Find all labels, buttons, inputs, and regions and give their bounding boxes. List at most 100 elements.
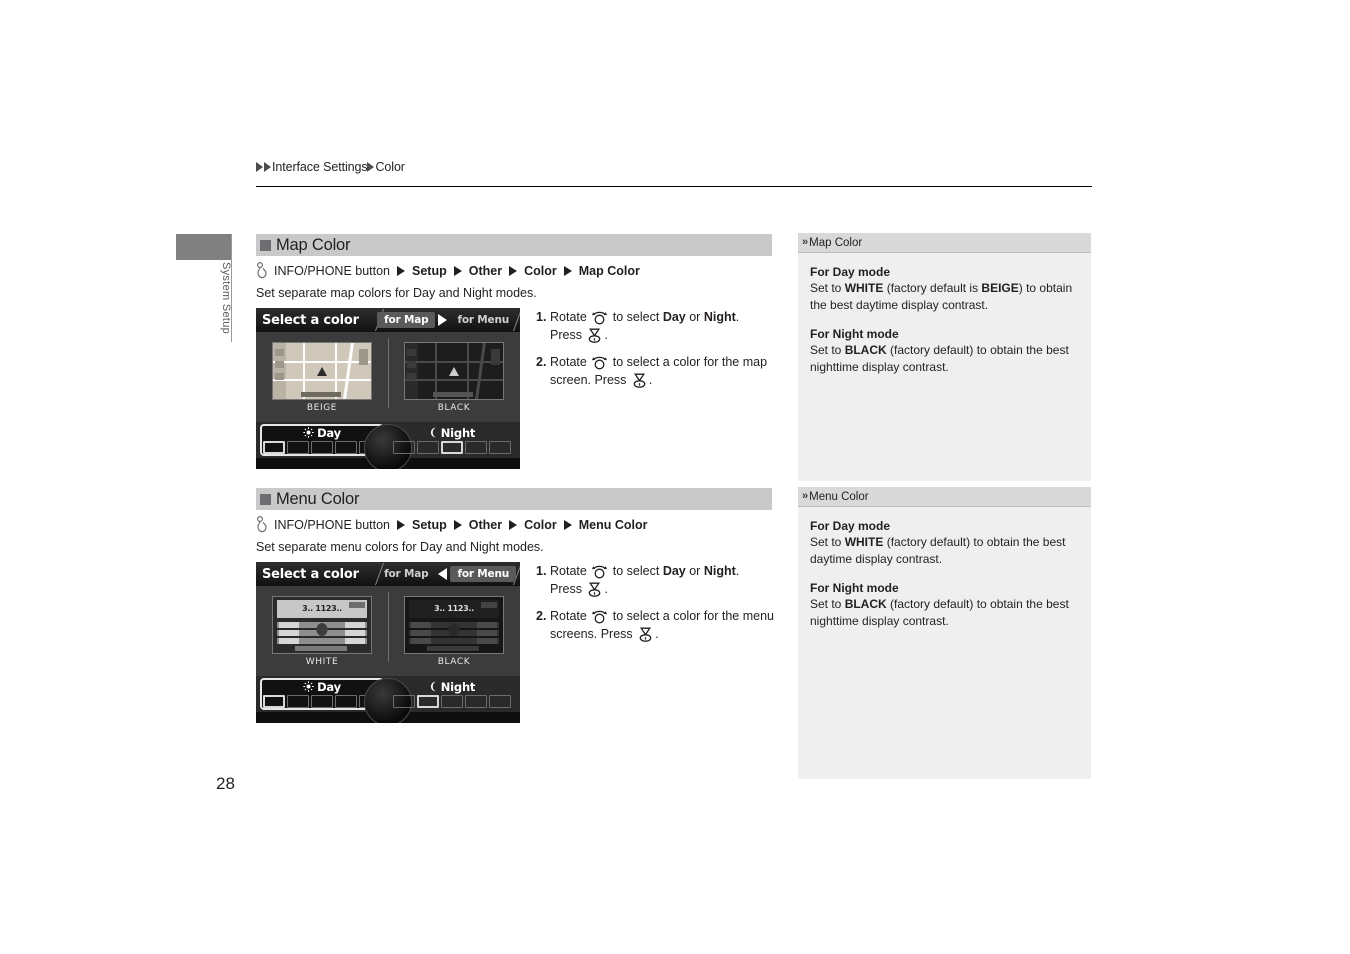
rotate-knob-icon — [592, 611, 608, 624]
night-panel-header: Night — [393, 680, 511, 694]
device-preview-area: 3.. 1123.. WHITE 3.. 1123.. BLACK — [256, 586, 520, 676]
body-text: Rotate — [550, 609, 591, 624]
breadcrumb-parent[interactable]: Interface Settings — [272, 160, 368, 174]
tab-for-menu[interactable]: for Menu — [450, 312, 516, 328]
device-title: Select a color — [262, 566, 359, 582]
step-number: 1. — [536, 564, 547, 578]
night-swatch[interactable] — [489, 441, 511, 454]
preview-label-right: BLACK — [437, 656, 471, 667]
night-swatch[interactable] — [393, 441, 415, 454]
day-swatch[interactable] — [311, 441, 333, 454]
day-swatch[interactable] — [335, 695, 357, 708]
night-label: Night — [440, 425, 476, 440]
day-swatch[interactable] — [263, 441, 285, 454]
emphasis-text: WHITE — [844, 535, 884, 549]
instruction-step: 2. Rotate to select a color for the menu… — [536, 607, 774, 643]
nav-path-step[interactable]: Other — [469, 518, 502, 532]
preview-label-right: BLACK — [437, 402, 471, 413]
breadcrumb-arrow-icon — [256, 162, 263, 172]
device-tabs: for Map for Menu — [377, 311, 516, 329]
moon-icon — [430, 427, 436, 438]
tab-for-map[interactable]: for Map — [377, 566, 435, 582]
night-swatch[interactable] — [393, 695, 415, 708]
note-heading: For Day mode — [810, 265, 891, 279]
body-text: or — [685, 564, 704, 578]
note-heading: For Night mode — [810, 581, 899, 596]
nav-path-step[interactable]: Setup — [412, 518, 447, 532]
section-bullet-icon — [260, 239, 271, 251]
night-swatch[interactable] — [489, 695, 511, 708]
nav-path-step[interactable]: Other — [469, 264, 502, 278]
day-swatch[interactable] — [335, 441, 357, 454]
body-text: Set to — [810, 343, 845, 358]
note-title: Menu Color — [809, 490, 869, 503]
night-swatch[interactable] — [417, 441, 439, 454]
instruction-step: 1. Rotate to select Day or Night. Press … — [536, 562, 774, 598]
preview-label-left: BEIGE — [306, 402, 338, 413]
header-divider — [256, 186, 1092, 187]
page-number: 28 — [216, 774, 235, 793]
path-arrow-icon — [509, 519, 518, 530]
section-description: Set separate menu colors for Day and Nig… — [256, 540, 544, 554]
night-swatch[interactable] — [465, 441, 487, 454]
nav-path: INFO/PHONE button Setup Other Color Menu Co… — [256, 516, 772, 533]
breadcrumb-arrow-icon — [264, 162, 271, 172]
instruction-step: 1. Rotate to select Day or Night. Press … — [536, 308, 774, 344]
press-knob-icon — [639, 627, 652, 643]
step-text: Rotate to select Day or Night. Press . — [550, 308, 774, 344]
side-tab-marker — [176, 234, 232, 260]
section-title: Map Color — [276, 235, 351, 254]
nav-path-step[interactable]: Menu Color — [579, 518, 648, 532]
nav-path-step[interactable]: Map Color — [579, 264, 640, 278]
step-number: 1. — [536, 310, 547, 324]
body-text: to select — [609, 564, 663, 578]
night-panel[interactable]: Night — [388, 676, 516, 712]
preview-cell-left: 3.. 1123.. WHITE — [256, 586, 388, 676]
body-text: to select — [609, 310, 663, 324]
sun-icon — [303, 427, 314, 438]
nav-path-step[interactable]: Color — [524, 264, 557, 278]
note-header: » Map Color — [798, 233, 1091, 253]
section-description: Set separate map colors for Day and Nigh… — [256, 286, 537, 300]
day-swatch[interactable] — [311, 695, 333, 708]
tab-for-menu[interactable]: for Menu — [450, 566, 516, 582]
nav-path-step[interactable]: Color — [524, 518, 557, 532]
rotate-knob-icon — [592, 311, 608, 325]
press-knob-icon — [589, 328, 601, 343]
double-chevron-icon: » — [802, 490, 808, 502]
emphasis-text: Day — [662, 310, 686, 324]
map-preview — [404, 341, 504, 400]
body-text: Rotate — [550, 355, 591, 370]
nav-path-step[interactable]: Setup — [412, 264, 447, 278]
night-panel[interactable]: Night — [388, 422, 516, 458]
note-body: For Day mode Set to WHITE (factory defau… — [798, 253, 1091, 386]
preview-cell-right: BLACK — [388, 332, 520, 422]
day-swatch[interactable] — [287, 441, 309, 454]
menu-preview-header: 3.. 1123.. — [409, 599, 499, 618]
device-screenshot: Select a color for Map for Menu 3.. 1123… — [256, 562, 520, 723]
map-preview — [272, 341, 372, 400]
night-swatch[interactable] — [441, 441, 463, 454]
nav-path-button[interactable]: INFO/PHONE button — [274, 518, 390, 532]
day-swatch[interactable] — [287, 695, 309, 708]
menu-preview-badge — [349, 601, 365, 608]
body-text: Set to — [810, 535, 845, 549]
night-swatches — [393, 441, 511, 454]
emphasis-text: Day — [662, 564, 686, 578]
menu-preview: 3.. 1123.. — [272, 595, 372, 654]
step-text: Rotate to select a color for the map scr… — [550, 353, 774, 389]
tab-for-map[interactable]: for Map — [377, 312, 436, 328]
nav-path: INFO/PHONE button Setup Other Color Map Col… — [256, 262, 772, 279]
map-preview-scalebar — [433, 391, 473, 397]
day-panel-header: Day — [263, 680, 381, 694]
body-text: or — [685, 310, 704, 324]
finger-press-icon — [257, 516, 267, 533]
breadcrumb-current[interactable]: Color — [375, 160, 404, 174]
night-swatch[interactable] — [441, 695, 463, 708]
nav-path-button[interactable]: INFO/PHONE button — [274, 264, 390, 278]
night-swatch[interactable] — [417, 695, 439, 708]
day-night-selector: Day Night — [256, 676, 520, 723]
body-text: Rotate — [550, 310, 591, 324]
night-swatch[interactable] — [465, 695, 487, 708]
day-swatch[interactable] — [263, 695, 285, 708]
